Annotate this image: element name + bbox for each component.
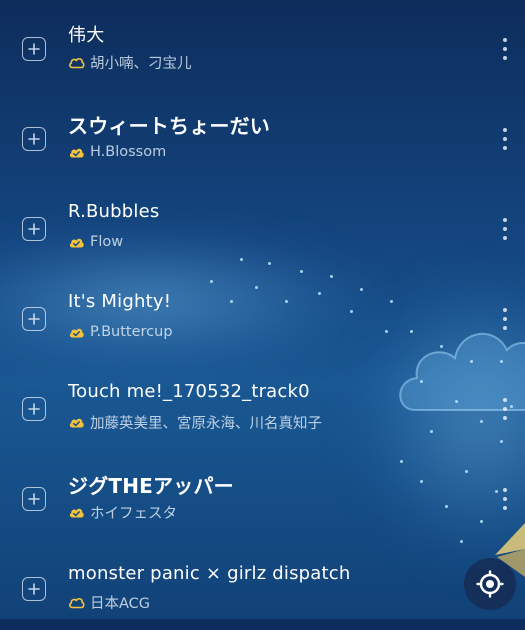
- cloud-check-icon: [69, 148, 84, 158]
- song-row[interactable]: ジグTHEアッパー ホイフェスタ: [0, 450, 525, 540]
- more-dot: [503, 137, 507, 141]
- plus-icon: [28, 313, 40, 325]
- cloud-check-icon: [69, 238, 84, 248]
- more-dot: [503, 56, 507, 60]
- artist-line[interactable]: H.Blossom: [68, 142, 166, 162]
- more-dot: [503, 398, 507, 402]
- cloud-icon: [69, 597, 85, 609]
- artist-name: H.Blossom: [90, 144, 167, 160]
- more-options-button[interactable]: [497, 216, 513, 242]
- cloud-check-icon: [69, 328, 84, 338]
- more-dot: [503, 407, 507, 411]
- more-dot: [503, 506, 507, 510]
- cloud-icon: [69, 57, 85, 69]
- add-to-playlist-button[interactable]: [22, 397, 46, 421]
- more-dot: [503, 146, 507, 150]
- cloud-check-icon: [69, 418, 84, 428]
- more-options-button[interactable]: [497, 126, 513, 152]
- song-row[interactable]: スウィートちょーだい H.Blossom: [0, 90, 525, 180]
- artist-line[interactable]: 胡小喃、刁宝儿: [68, 52, 192, 72]
- song-title: ジグTHEアッパー: [68, 474, 234, 498]
- cloud-check-icon: [69, 508, 84, 518]
- song-title: R.Bubbles: [68, 201, 160, 222]
- more-dot: [503, 326, 507, 330]
- more-dot: [503, 218, 507, 222]
- locate-current-song-button[interactable]: [464, 558, 516, 610]
- plus-icon: [28, 133, 40, 145]
- add-to-playlist-button[interactable]: [22, 487, 46, 511]
- song-row[interactable]: It's Mighty! P.Buttercup: [0, 270, 525, 360]
- add-to-playlist-button[interactable]: [22, 307, 46, 331]
- plus-icon: [28, 223, 40, 235]
- more-dot: [503, 38, 507, 42]
- add-to-playlist-button[interactable]: [22, 577, 46, 601]
- plus-icon: [28, 43, 40, 55]
- plus-icon: [28, 583, 40, 595]
- artist-line[interactable]: 加藤英美里、宮原永海、川名真知子: [68, 412, 322, 432]
- add-to-playlist-button[interactable]: [22, 37, 46, 61]
- more-dot: [503, 308, 507, 312]
- artist-name: Flow: [90, 234, 124, 250]
- plus-icon: [28, 403, 40, 415]
- plus-icon: [28, 493, 40, 505]
- artist-line[interactable]: 日本ACG: [68, 592, 150, 612]
- more-dot: [503, 488, 507, 492]
- more-dot: [503, 497, 507, 501]
- song-list: 伟大 胡小喃、刁宝儿 スウィートちょーだい H.Blossom R.Bubble…: [0, 0, 525, 619]
- artist-name: 胡小喃、刁宝儿: [90, 55, 192, 72]
- add-to-playlist-button[interactable]: [22, 127, 46, 151]
- song-row[interactable]: Touch me!_170532_track0 加藤英美里、宮原永海、川名真知子: [0, 360, 525, 450]
- artist-line[interactable]: P.Buttercup: [68, 322, 173, 342]
- song-row[interactable]: monster panic × girlz dispatch 日本ACG: [0, 540, 525, 630]
- artist-name: P.Buttercup: [90, 324, 173, 340]
- song-row[interactable]: 伟大 胡小喃、刁宝儿: [0, 0, 525, 90]
- more-dot: [503, 227, 507, 231]
- artist-name: ホイフェスタ: [90, 505, 177, 522]
- artist-line[interactable]: Flow: [68, 232, 123, 252]
- artist-name: 日本ACG: [90, 595, 151, 612]
- song-title: 伟大: [68, 25, 105, 46]
- add-to-playlist-button[interactable]: [22, 217, 46, 241]
- song-title: It's Mighty!: [68, 291, 172, 312]
- more-dot: [503, 47, 507, 51]
- song-title: スウィートちょーだい: [68, 114, 270, 138]
- more-options-button[interactable]: [497, 396, 513, 422]
- more-dot: [503, 317, 507, 321]
- song-title: monster panic × girlz dispatch: [68, 563, 351, 584]
- more-options-button[interactable]: [497, 306, 513, 332]
- more-dot: [503, 236, 507, 240]
- artist-name: 加藤英美里、宮原永海、川名真知子: [90, 415, 322, 432]
- song-row[interactable]: R.Bubbles Flow: [0, 180, 525, 270]
- artist-line[interactable]: ホイフェスタ: [68, 502, 177, 522]
- more-dot: [503, 128, 507, 132]
- song-title: Touch me!_170532_track0: [68, 381, 310, 402]
- more-options-button[interactable]: [497, 486, 513, 512]
- more-options-button[interactable]: [497, 36, 513, 62]
- locate-target-icon: [476, 570, 504, 598]
- more-dot: [503, 416, 507, 420]
